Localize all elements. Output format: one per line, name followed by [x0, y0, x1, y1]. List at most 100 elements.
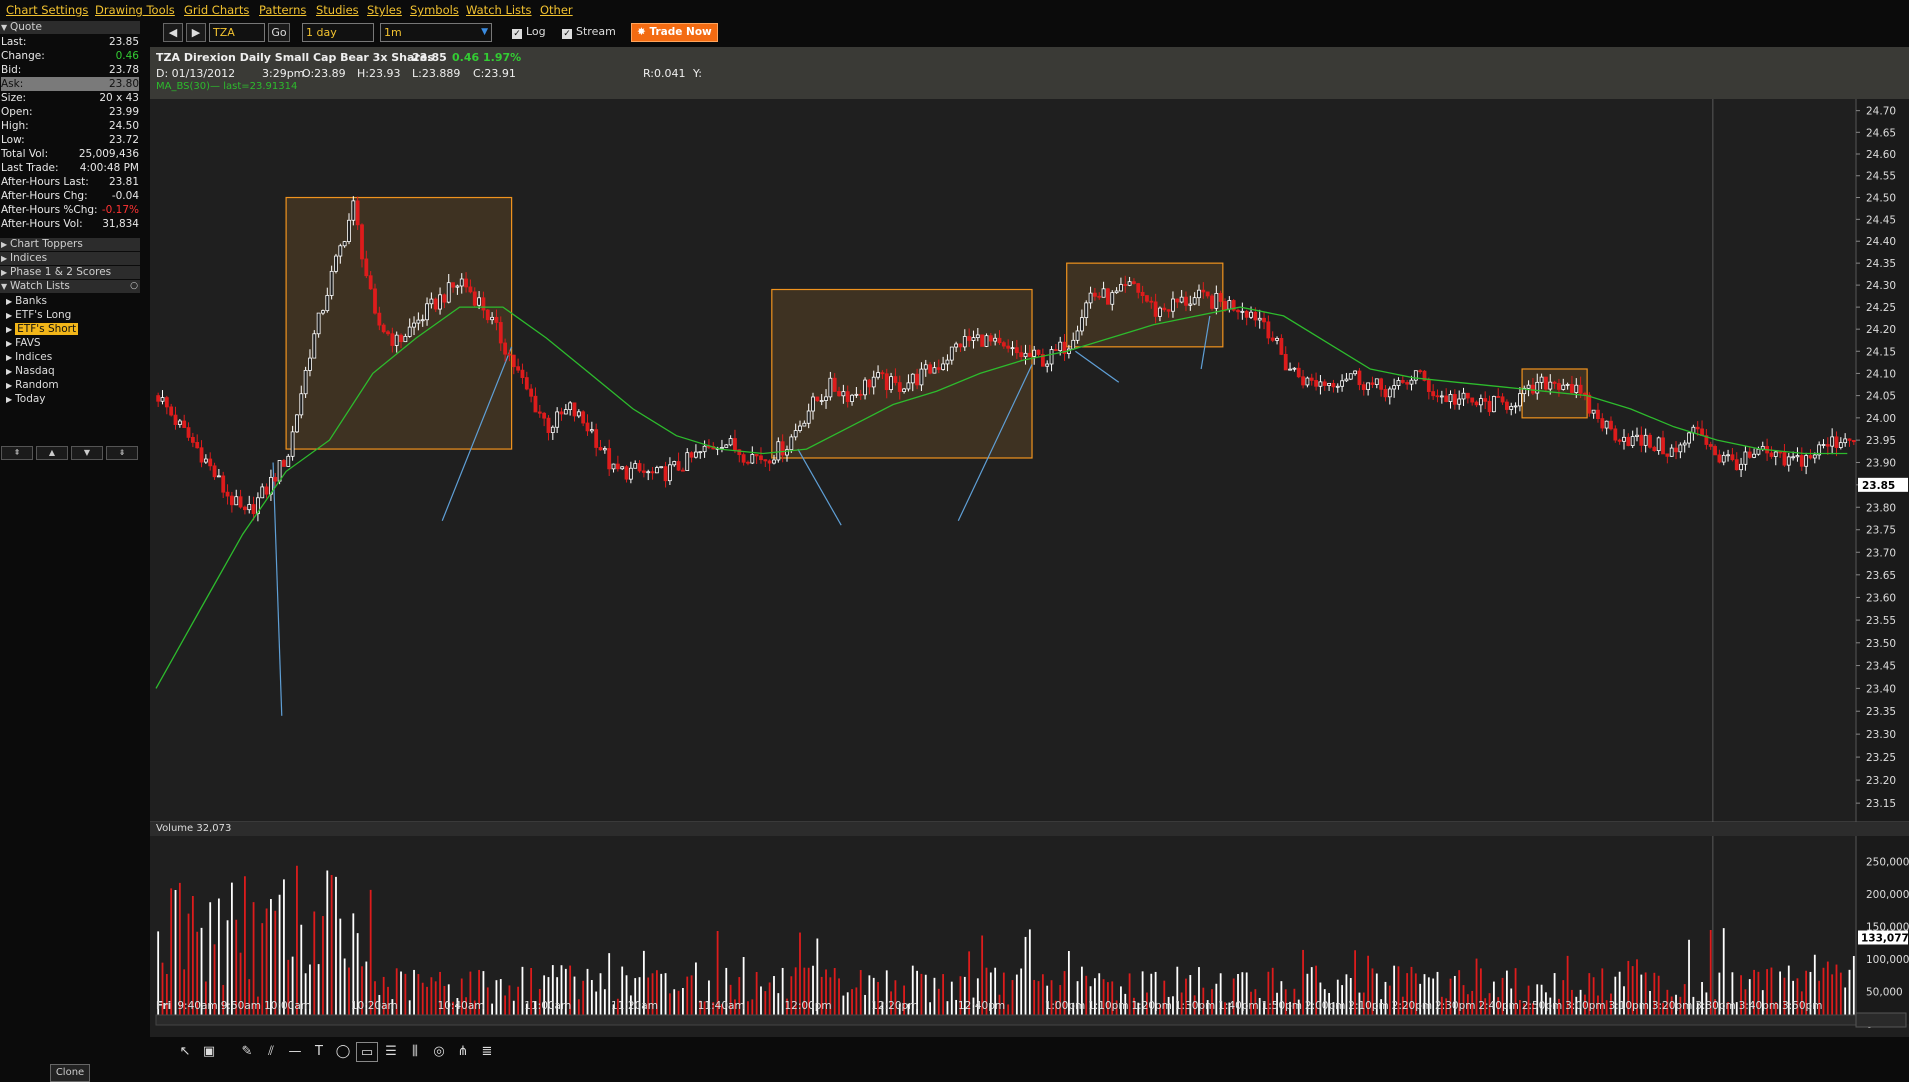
candle[interactable]: [221, 475, 226, 493]
candle[interactable]: [910, 373, 915, 384]
candle[interactable]: [1531, 384, 1535, 394]
candle[interactable]: [572, 402, 577, 417]
candle[interactable]: [1340, 380, 1344, 387]
highlight-box[interactable]: [771, 288, 1033, 459]
candle[interactable]: [728, 438, 733, 446]
candle[interactable]: [381, 324, 386, 333]
candle[interactable]: [1023, 352, 1028, 358]
candle[interactable]: [468, 286, 473, 293]
candle[interactable]: [828, 377, 833, 398]
candle[interactable]: [472, 291, 477, 306]
candle[interactable]: [1687, 432, 1691, 444]
candle[interactable]: [1465, 392, 1470, 399]
candle[interactable]: [1027, 352, 1032, 357]
candle[interactable]: [238, 496, 243, 508]
ellipse-icon[interactable]: ◯: [332, 1042, 354, 1062]
candle[interactable]: [1400, 380, 1405, 383]
candle[interactable]: [746, 461, 750, 464]
candle[interactable]: [971, 337, 976, 341]
back-button[interactable]: ◀: [163, 23, 183, 42]
candle[interactable]: [1613, 428, 1618, 441]
candle[interactable]: [1487, 400, 1492, 413]
candle[interactable]: [789, 436, 794, 451]
candle[interactable]: [1674, 447, 1678, 453]
candle[interactable]: [967, 336, 972, 341]
candle[interactable]: [1192, 297, 1197, 305]
candle[interactable]: [490, 316, 494, 321]
horizontal-scrollbar[interactable]: [155, 1014, 1857, 1026]
candle[interactable]: [1639, 434, 1644, 446]
candle[interactable]: [247, 504, 252, 511]
candle[interactable]: [563, 409, 568, 415]
forward-button[interactable]: ▶: [186, 23, 206, 42]
candle[interactable]: [156, 395, 161, 402]
candle[interactable]: [1669, 447, 1674, 457]
candle[interactable]: [195, 441, 200, 449]
candle[interactable]: [607, 448, 612, 470]
candle[interactable]: [741, 454, 746, 463]
menu-drawing-tools[interactable]: Drawing Tools: [95, 3, 175, 17]
candle[interactable]: [477, 297, 481, 306]
candle[interactable]: [251, 504, 256, 515]
candle[interactable]: [949, 346, 954, 361]
section-watch-lists[interactable]: ▼ Watch Lists ○: [0, 280, 140, 293]
candle[interactable]: [1218, 293, 1223, 302]
interval-select[interactable]: 1m ▼: [380, 23, 492, 42]
text-tool-icon[interactable]: T: [308, 1042, 330, 1062]
candle[interactable]: [1474, 401, 1479, 406]
candle[interactable]: [199, 447, 204, 463]
candle[interactable]: [299, 393, 304, 416]
candle[interactable]: [1188, 303, 1193, 306]
candle[interactable]: [1366, 382, 1371, 390]
candle[interactable]: [516, 366, 521, 371]
candle[interactable]: [234, 496, 239, 506]
candle[interactable]: [1240, 310, 1245, 313]
candle[interactable]: [1019, 352, 1024, 358]
candle[interactable]: [1114, 290, 1119, 294]
candle[interactable]: [832, 377, 837, 392]
candle[interactable]: [1600, 418, 1605, 429]
candle[interactable]: [1717, 454, 1722, 463]
candle[interactable]: [321, 310, 325, 314]
candle[interactable]: [620, 466, 625, 470]
candle[interactable]: [390, 333, 395, 346]
candle[interactable]: [780, 441, 785, 456]
candle[interactable]: [598, 447, 603, 451]
candle[interactable]: [1552, 381, 1557, 384]
rectangle-icon[interactable]: ▭: [356, 1042, 378, 1062]
candle[interactable]: [203, 458, 208, 463]
candle[interactable]: [1726, 454, 1730, 457]
candle[interactable]: [295, 414, 299, 433]
candle[interactable]: [342, 241, 347, 247]
candle[interactable]: [1344, 378, 1349, 382]
candle[interactable]: [347, 219, 351, 242]
candle[interactable]: [1084, 302, 1089, 319]
candle[interactable]: [1435, 395, 1440, 398]
candle[interactable]: [1491, 396, 1496, 413]
candle[interactable]: [581, 411, 586, 424]
candle[interactable]: [1799, 455, 1804, 467]
candle[interactable]: [1262, 317, 1266, 323]
candle[interactable]: [386, 331, 390, 335]
candle[interactable]: [394, 334, 399, 346]
candle[interactable]: [1296, 367, 1301, 378]
candle[interactable]: [919, 368, 924, 386]
candle[interactable]: [1283, 354, 1288, 371]
candle[interactable]: [1591, 409, 1596, 414]
candle[interactable]: [555, 411, 560, 428]
candle[interactable]: [164, 397, 169, 408]
candle[interactable]: [1721, 454, 1726, 463]
candle[interactable]: [1236, 309, 1240, 313]
candle[interactable]: [1544, 376, 1548, 390]
candle[interactable]: [1656, 437, 1661, 452]
candle[interactable]: [186, 427, 191, 438]
candle[interactable]: [464, 278, 468, 288]
candle[interactable]: [1132, 281, 1136, 284]
candle[interactable]: [1713, 445, 1717, 456]
candle[interactable]: [277, 460, 282, 482]
candle[interactable]: [1439, 395, 1444, 398]
watchlist-item[interactable]: ▶ Today: [6, 392, 46, 406]
candle[interactable]: [980, 334, 985, 347]
candle[interactable]: [399, 334, 403, 343]
candle[interactable]: [759, 455, 763, 461]
